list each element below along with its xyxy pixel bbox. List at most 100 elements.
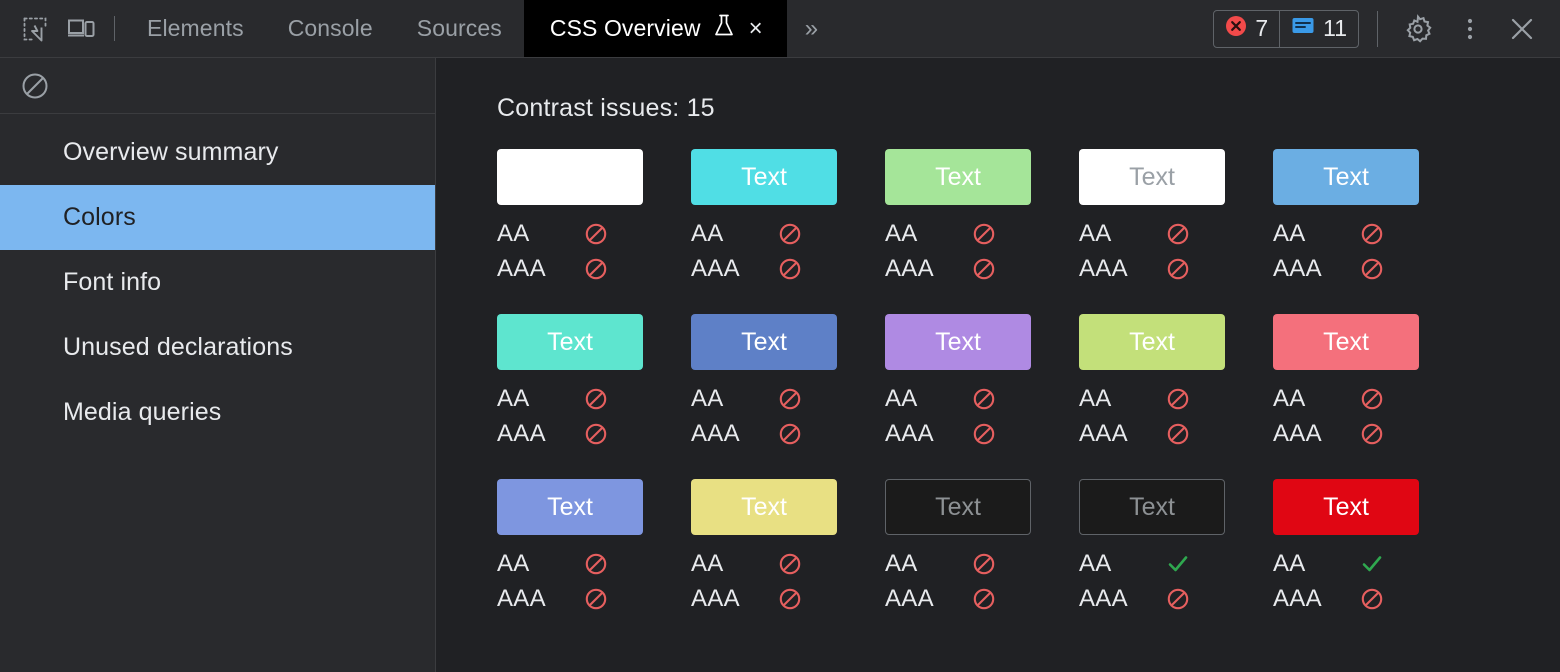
no-entry-icon	[1359, 586, 1385, 612]
contrast-issues-title: Contrast issues: 15	[497, 94, 1560, 123]
tab-sources[interactable]: Sources	[395, 0, 524, 57]
no-entry-icon	[583, 386, 609, 412]
no-entry-icon	[971, 256, 997, 282]
contrast-ratings: AAAAA	[1273, 216, 1467, 286]
contrast-rating-label: AA	[1273, 385, 1359, 413]
swatch-text-sample: Text	[935, 493, 981, 522]
css-overview-sidebar: Overview summary Colors Font info Unused…	[0, 58, 436, 672]
contrast-rating-label: AAA	[1273, 255, 1359, 283]
color-swatch[interactable]: Text	[1079, 314, 1225, 370]
contrast-ratings: AAAAA	[1079, 216, 1273, 286]
contrast-rating-label: AA	[1079, 550, 1165, 578]
more-tabs-icon[interactable]: »	[787, 0, 834, 57]
contrast-rating-label: AAA	[1079, 585, 1165, 613]
swatch-text-sample: Text	[1129, 493, 1175, 522]
swatch-text-sample: Text	[935, 328, 981, 357]
contrast-swatch-cell: TextAAAAA	[1273, 149, 1467, 286]
contrast-rating-label: AAA	[497, 420, 583, 448]
contrast-rating-label: AA	[885, 385, 971, 413]
sidebar-item-label: Colors	[63, 203, 136, 232]
sidebar-item-label: Unused declarations	[63, 333, 293, 362]
contrast-rating-label: AAA	[1079, 420, 1165, 448]
contrast-rating-row-aa: AA	[885, 381, 1079, 416]
sidebar-item-media-queries[interactable]: Media queries	[0, 380, 435, 445]
sidebar-item-label: Overview summary	[63, 138, 279, 167]
sidebar-toolbar	[0, 58, 435, 114]
inspect-cursor-icon[interactable]	[12, 0, 58, 57]
color-swatch[interactable]: Text	[1273, 149, 1419, 205]
no-entry-icon	[971, 421, 997, 447]
color-swatch[interactable]: Text	[1273, 479, 1419, 535]
color-swatch[interactable]: Text	[497, 314, 643, 370]
contrast-swatch-cell: Text AAAAA	[885, 479, 1079, 616]
contrast-rating-label: AAA	[691, 420, 777, 448]
error-icon	[1225, 15, 1247, 43]
swatch-text-sample: Text	[547, 493, 593, 522]
color-swatch[interactable]: Text	[885, 149, 1031, 205]
color-swatch[interactable]: Text	[885, 314, 1031, 370]
color-swatch[interactable]: Text	[885, 479, 1031, 535]
contrast-swatch-cell: TextAAAAA	[691, 314, 885, 451]
sidebar-item-unused-declarations[interactable]: Unused declarations	[0, 315, 435, 380]
contrast-ratings: AAAAA	[885, 546, 1079, 616]
no-entry-icon	[1359, 221, 1385, 247]
gear-icon[interactable]	[1394, 5, 1442, 53]
contrast-rating-row-aa: AA	[1079, 381, 1273, 416]
sidebar-item-list: Overview summary Colors Font info Unused…	[0, 114, 435, 445]
contrast-swatch-cell: TextAAAAA	[497, 314, 691, 451]
close-icon[interactable]: ×	[749, 17, 763, 41]
contrast-issues-panel: Contrast issues: 15 AAAAATextAAAAATextAA…	[436, 58, 1560, 672]
warning-count-badge[interactable]: 11	[1279, 11, 1358, 47]
contrast-rating-row-aaa: AAA	[691, 581, 885, 616]
message-icon	[1291, 15, 1315, 43]
contrast-ratings: AAAAA	[885, 381, 1079, 451]
contrast-rating-label: AA	[1273, 550, 1359, 578]
device-toolbar-icon[interactable]	[58, 0, 104, 57]
no-entry-icon	[583, 551, 609, 577]
issue-badges: 7 11	[1213, 10, 1359, 48]
tab-console[interactable]: Console	[266, 0, 395, 57]
contrast-rating-row-aa: AA	[691, 381, 885, 416]
swatch-text-sample: Text	[1129, 163, 1175, 192]
contrast-ratings: AAAAA	[691, 216, 885, 286]
tab-elements[interactable]: Elements	[125, 0, 266, 57]
contrast-ratings: AAAAA	[497, 546, 691, 616]
contrast-ratings: AAAAA	[691, 546, 885, 616]
contrast-rating-row-aa: AA	[1079, 216, 1273, 251]
sidebar-item-font-info[interactable]: Font info	[0, 250, 435, 315]
contrast-rating-label: AA	[885, 220, 971, 248]
sidebar-item-colors[interactable]: Colors	[0, 185, 435, 250]
color-swatch[interactable]: Text	[691, 314, 837, 370]
contrast-ratings: AAAAA	[691, 381, 885, 451]
color-swatch[interactable]: Text	[1079, 479, 1225, 535]
devtools-window: Elements Console Sources CSS Overview × …	[0, 0, 1560, 672]
contrast-rating-row-aa: AA	[1273, 381, 1467, 416]
error-count-badge[interactable]: 7	[1214, 11, 1279, 47]
contrast-rating-row-aaa: AAA	[1079, 416, 1273, 451]
color-swatch[interactable]: Text	[691, 149, 837, 205]
contrast-rating-row-aaa: AAA	[497, 416, 691, 451]
sidebar-item-label: Font info	[63, 268, 161, 297]
contrast-swatch-cell: Text AAAAA	[691, 479, 885, 616]
no-entry-clear-icon[interactable]	[16, 67, 54, 105]
no-entry-icon	[1359, 386, 1385, 412]
no-entry-icon	[971, 221, 997, 247]
contrast-rating-row-aa: AA	[1273, 216, 1467, 251]
color-swatch[interactable]: Text	[1273, 314, 1419, 370]
color-swatch[interactable]: Text	[497, 479, 643, 535]
sidebar-item-overview-summary[interactable]: Overview summary	[0, 120, 435, 185]
contrast-rating-label: AA	[691, 220, 777, 248]
contrast-rating-label: AA	[497, 220, 583, 248]
color-swatch[interactable]: Text	[1079, 149, 1225, 205]
contrast-rating-row-aaa: AAA	[691, 251, 885, 286]
tab-css-overview[interactable]: CSS Overview ×	[524, 0, 787, 57]
kebab-menu-icon[interactable]	[1446, 5, 1494, 53]
flask-icon	[713, 13, 735, 45]
contrast-rating-label: AAA	[1273, 585, 1359, 613]
contrast-rating-row-aaa: AAA	[497, 251, 691, 286]
no-entry-icon	[1359, 256, 1385, 282]
close-devtools-icon[interactable]	[1498, 5, 1546, 53]
color-swatch[interactable]: Text	[691, 479, 837, 535]
contrast-rating-row-aa: AA	[885, 216, 1079, 251]
color-swatch[interactable]	[497, 149, 643, 205]
